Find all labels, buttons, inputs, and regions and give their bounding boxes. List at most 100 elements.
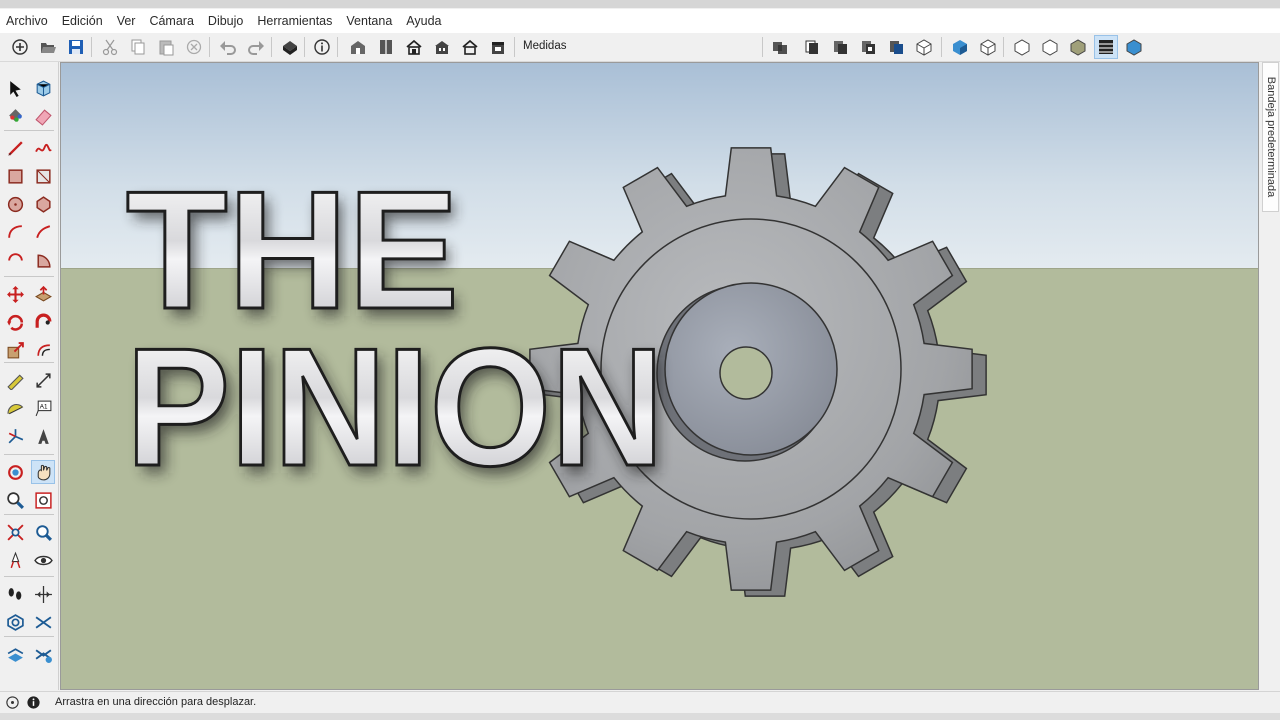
polygon-icon[interactable] — [31, 192, 55, 216]
views-top-icon[interactable] — [374, 35, 398, 59]
freehand-icon[interactable] — [31, 136, 55, 160]
toolbar-separator — [91, 37, 92, 57]
sandbox-from-scratch-icon[interactable] — [31, 610, 55, 634]
menu-item-1[interactable]: Edición — [55, 9, 110, 33]
rotate-icon[interactable] — [3, 310, 27, 334]
redo-icon[interactable] — [244, 35, 268, 59]
sandbox-from-contours-icon-glyph — [6, 613, 24, 631]
push-pull-icon[interactable] — [31, 282, 55, 306]
menu-item-2[interactable]: Ver — [110, 9, 143, 33]
zoom-extents-icon[interactable] — [3, 520, 27, 544]
blue-face-icon[interactable] — [1122, 35, 1146, 59]
undo-icon[interactable] — [216, 35, 240, 59]
rotated-rectangle-icon-glyph — [35, 168, 51, 184]
section-plane-icon-glyph — [34, 585, 52, 603]
menu-item-6[interactable]: Ventana — [339, 9, 399, 33]
save-icon[interactable] — [64, 35, 88, 59]
views-iso-icon[interactable] — [346, 35, 370, 59]
position-camera-icon-glyph — [10, 551, 20, 568]
three-point-arc-icon[interactable] — [3, 248, 27, 272]
menu-item-3[interactable]: Cámara — [142, 9, 200, 33]
freehand-icon-glyph — [34, 143, 52, 152]
geo-location-icon[interactable] — [5, 695, 20, 710]
views-right-icon[interactable] — [430, 35, 454, 59]
protractor-icon-glyph — [7, 403, 23, 414]
left-toolbar-separator — [4, 130, 54, 131]
menu-item-5[interactable]: Herramientas — [250, 9, 339, 33]
line-icon-glyph — [7, 140, 23, 156]
wireframe-icon-glyph — [834, 41, 847, 54]
select-icon[interactable] — [3, 76, 27, 100]
move-icon[interactable] — [3, 282, 27, 306]
shaded-icon[interactable] — [884, 35, 908, 59]
scale-icon[interactable] — [3, 338, 27, 362]
smoove-icon[interactable] — [3, 642, 27, 666]
monochrome-icon[interactable] — [976, 35, 1000, 59]
model-viewport[interactable]: THE THE PINION PINION — [60, 62, 1259, 690]
walk-icon[interactable] — [3, 582, 27, 606]
hidden-line-icon[interactable] — [856, 35, 880, 59]
views-left-icon[interactable] — [486, 35, 510, 59]
pie-icon-glyph — [36, 253, 51, 268]
wireframe-icon[interactable] — [828, 35, 852, 59]
solid-face-icon[interactable] — [1066, 35, 1090, 59]
position-camera-icon[interactable] — [3, 548, 27, 572]
tape-measure-icon-glyph — [6, 373, 24, 390]
print-icon[interactable] — [278, 35, 302, 59]
paint-bucket-icon[interactable] — [3, 104, 27, 128]
menu-item-0[interactable]: Archivo — [0, 9, 55, 33]
shaded-textures-icon[interactable] — [948, 35, 972, 59]
new-icon[interactable] — [8, 35, 32, 59]
line-icon[interactable] — [3, 136, 27, 160]
hidden-line-icon-glyph — [862, 41, 875, 54]
rotated-rectangle-icon[interactable] — [31, 164, 55, 188]
zoom-window-icon[interactable] — [31, 488, 55, 512]
cut-icon[interactable] — [98, 35, 122, 59]
back-edges-icon[interactable] — [800, 35, 824, 59]
erase-icon-glyph — [186, 39, 202, 55]
text-icon[interactable]: A1 — [31, 396, 55, 420]
dimension-icon[interactable] — [31, 368, 55, 392]
paste-icon[interactable] — [154, 35, 178, 59]
xray-icon[interactable] — [768, 35, 792, 59]
status-bar: Arrastra en una dirección para desplazar… — [0, 691, 1280, 714]
tape-measure-icon[interactable] — [3, 368, 27, 392]
credits-icon[interactable] — [26, 695, 41, 710]
x-ray-face-icon[interactable] — [1010, 35, 1034, 59]
previous-view-icon[interactable] — [31, 520, 55, 544]
eraser-icon[interactable] — [31, 104, 55, 128]
monochrome-icon[interactable] — [912, 35, 936, 59]
stripes-icon[interactable] — [1094, 35, 1118, 59]
open-icon[interactable] — [36, 35, 60, 59]
pan-icon[interactable] — [31, 460, 55, 484]
orbit-icon[interactable] — [3, 460, 27, 484]
rectangle-icon[interactable] — [3, 164, 27, 188]
two-point-arc-icon-glyph — [35, 224, 50, 238]
section-plane-icon[interactable] — [31, 582, 55, 606]
pie-icon[interactable] — [31, 248, 55, 272]
erase-icon[interactable] — [182, 35, 206, 59]
component-icon-glyph — [36, 80, 50, 96]
axes-icon[interactable] — [3, 424, 27, 448]
component-icon[interactable] — [31, 76, 55, 100]
menu-item-7[interactable]: Ayuda — [399, 9, 448, 33]
arc-icon[interactable] — [3, 220, 27, 244]
stamp-icon[interactable] — [31, 642, 55, 666]
views-front-icon[interactable] — [402, 35, 426, 59]
copy-icon-glyph — [131, 39, 145, 55]
x-ray-face-icon[interactable] — [1038, 35, 1062, 59]
follow-me-icon[interactable] — [31, 310, 55, 334]
copy-icon[interactable] — [126, 35, 150, 59]
protractor-icon[interactable] — [3, 396, 27, 420]
toolbar-separator — [209, 37, 210, 57]
menu-item-4[interactable]: Dibujo — [201, 9, 250, 33]
zoom-icon[interactable] — [3, 488, 27, 512]
sandbox-from-contours-icon[interactable] — [3, 610, 27, 634]
two-point-arc-icon[interactable] — [31, 220, 55, 244]
model-info-icon[interactable] — [310, 35, 334, 59]
offset-icon[interactable] — [31, 338, 55, 362]
circle-icon[interactable] — [3, 192, 27, 216]
views-back-icon[interactable] — [458, 35, 482, 59]
look-around-icon[interactable] — [31, 548, 55, 572]
3d-text-icon[interactable] — [31, 424, 55, 448]
